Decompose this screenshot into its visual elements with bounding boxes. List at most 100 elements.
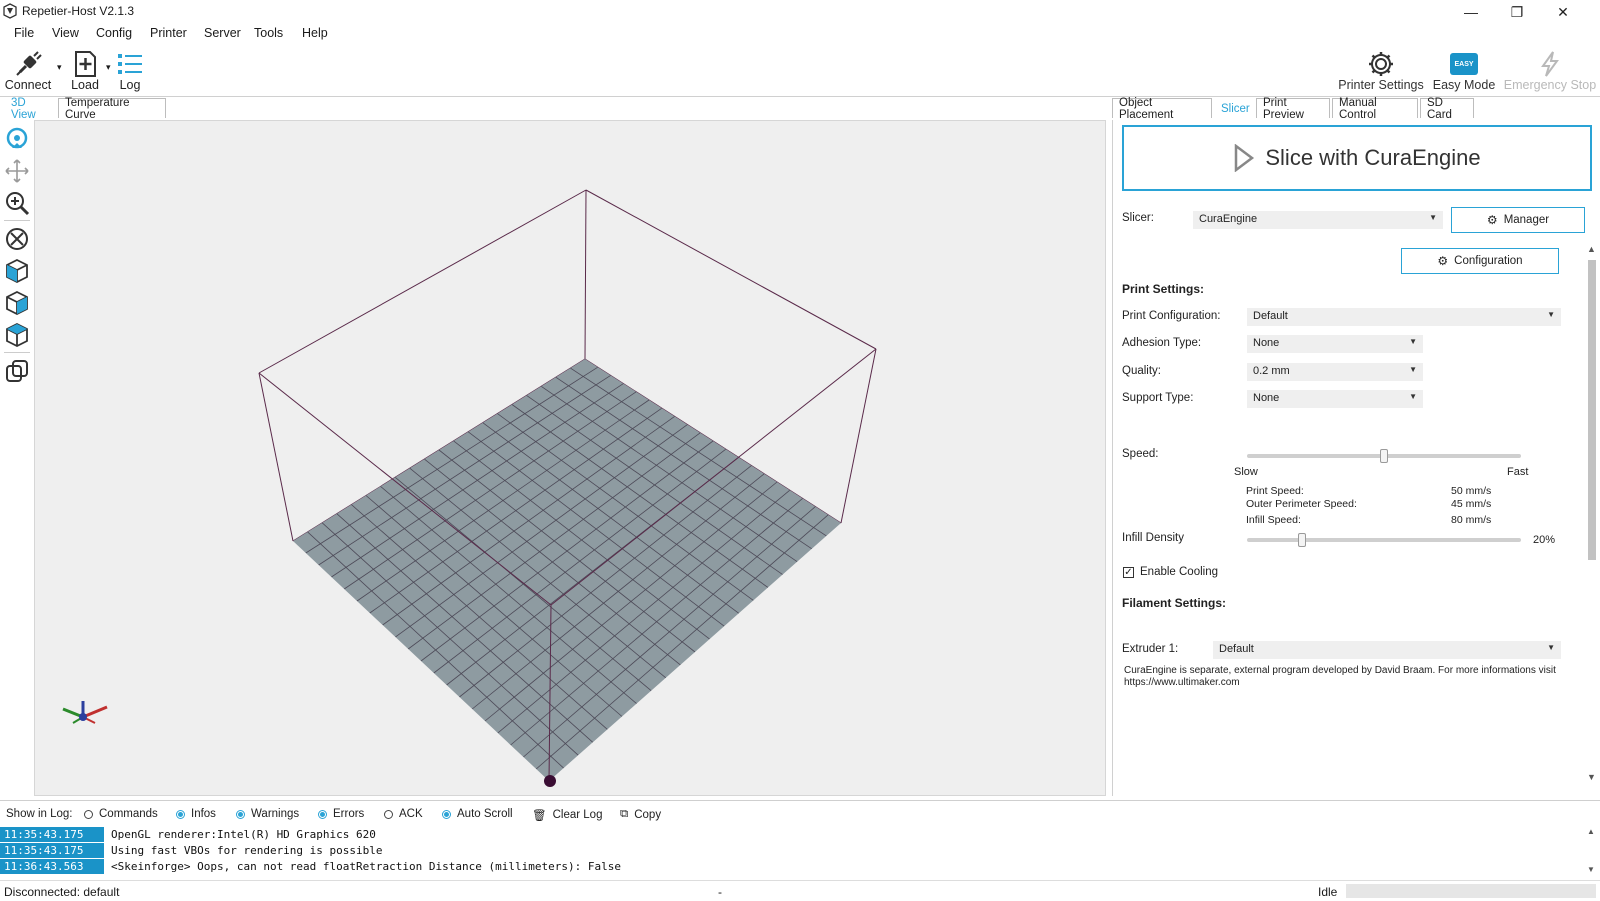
- log-option-commands[interactable]: Commands: [84, 808, 158, 820]
- quality-select[interactable]: 0.2 mm ▼: [1247, 363, 1423, 381]
- manager-button[interactable]: ⚙ Manager: [1451, 207, 1585, 233]
- view-side-icon[interactable]: [4, 290, 30, 316]
- scroll-up-icon[interactable]: ▲: [1587, 827, 1595, 836]
- scrollbar-thumb[interactable]: [1588, 260, 1596, 560]
- easy-icon: EASY: [1450, 53, 1478, 75]
- log-label: Log: [119, 78, 141, 92]
- 3d-viewport[interactable]: [34, 120, 1106, 796]
- log-option-label: Errors: [333, 808, 365, 820]
- fit-icon[interactable]: [4, 226, 30, 252]
- slicer-scrollbar[interactable]: ▲ ▼: [1584, 244, 1600, 792]
- tab-slicer[interactable]: Slicer: [1214, 98, 1254, 118]
- slicer-select[interactable]: CuraEngine ▼: [1193, 211, 1443, 229]
- speed-slider-thumb[interactable]: [1380, 449, 1388, 463]
- tab-3d-view[interactable]: 3D View: [4, 97, 56, 121]
- adhesion-label: Adhesion Type:: [1122, 337, 1202, 349]
- connect-dropdown-icon[interactable]: ▾: [57, 62, 62, 73]
- connect-icon: [16, 51, 42, 76]
- menu-config[interactable]: Config: [96, 26, 132, 40]
- log-option-errors[interactable]: Errors: [318, 808, 364, 820]
- tab-manual-control[interactable]: Manual Control: [1332, 97, 1418, 121]
- menu-help[interactable]: Help: [302, 26, 328, 40]
- maximize-button[interactable]: ❐: [1494, 0, 1540, 24]
- log-option-warnings[interactable]: Warnings: [236, 808, 299, 820]
- log-time: 11:35:43.175: [0, 827, 104, 842]
- gear-icon: ⚙: [1486, 213, 1498, 227]
- configuration-button[interactable]: ⚙ Configuration: [1401, 248, 1559, 274]
- support-select[interactable]: None ▼: [1247, 390, 1423, 408]
- slicer-select-value: CuraEngine: [1199, 213, 1258, 225]
- status-connection: Disconnected: default: [4, 885, 120, 899]
- parallel-icon[interactable]: [4, 358, 30, 384]
- view-front-icon[interactable]: [4, 258, 30, 284]
- log-option-auto-scroll[interactable]: Auto Scroll: [442, 808, 513, 820]
- log-list[interactable]: 11:35:43.175 OpenGL renderer:Intel(R) HD …: [0, 827, 1584, 875]
- infill-slider[interactable]: [1247, 538, 1521, 542]
- scroll-up-icon[interactable]: ▲: [1587, 244, 1596, 254]
- view-top-icon[interactable]: [4, 322, 30, 348]
- minimize-button[interactable]: —: [1448, 0, 1494, 24]
- menu-file[interactable]: File: [14, 26, 34, 40]
- outer-speed-value: 45 mm/s: [1451, 498, 1492, 510]
- tab-print-preview[interactable]: Print Preview: [1256, 97, 1330, 121]
- quality-label: Quality:: [1122, 365, 1161, 377]
- menu-view[interactable]: View: [52, 26, 79, 40]
- extruder-select[interactable]: Default ▼: [1213, 641, 1561, 659]
- infill-speed-value: 80 mm/s: [1451, 514, 1492, 526]
- chevron-down-icon: ▼: [1409, 392, 1417, 401]
- easy-badge: EASY: [1454, 60, 1474, 68]
- view-tools: [0, 120, 35, 796]
- chevron-down-icon: ▼: [1409, 337, 1417, 346]
- slicer-label: Slicer:: [1122, 212, 1154, 224]
- copy-log-button[interactable]: ⧉ Copy: [620, 808, 661, 821]
- move-icon[interactable]: [4, 158, 30, 184]
- zoom-icon[interactable]: [4, 190, 30, 216]
- log-option-label: Commands: [99, 808, 158, 820]
- print-settings-heading: Print Settings:: [1122, 282, 1205, 296]
- support-label: Support Type:: [1122, 392, 1194, 404]
- easy-mode-button[interactable]: EASY Easy Mode: [1432, 50, 1496, 92]
- log-message: <Skeinforge> Oops, can not read floatRet…: [111, 860, 621, 873]
- log-scrollbar[interactable]: ▲ ▼: [1584, 827, 1600, 877]
- tab-object-placement[interactable]: Object Placement: [1112, 97, 1212, 121]
- scroll-down-icon[interactable]: ▼: [1587, 865, 1595, 874]
- emergency-stop-button[interactable]: Emergency Stop: [1502, 50, 1598, 92]
- log-row: 11:36:43.563 <Skeinforge> Oops, can not r…: [0, 859, 1584, 874]
- clear-log-button[interactable]: 🗑 Clear Log: [532, 808, 602, 822]
- log-time: 11:36:43.563: [0, 859, 104, 874]
- tab-sd-card[interactable]: SD Card: [1420, 97, 1474, 121]
- connect-label: Connect: [4, 78, 52, 92]
- close-button[interactable]: ✕: [1540, 0, 1586, 24]
- print-config-select[interactable]: Default ▼: [1247, 308, 1561, 326]
- menu-printer[interactable]: Printer: [150, 26, 187, 40]
- log-toolbar: Show in Log: Commands Infos Warnings Err…: [0, 800, 1600, 827]
- load-icon: [75, 51, 96, 77]
- adhesion-select[interactable]: None ▼: [1247, 335, 1423, 353]
- slice-button[interactable]: Slice with CuraEngine: [1122, 125, 1592, 191]
- radio-icon: [236, 809, 245, 819]
- scroll-down-icon[interactable]: ▼: [1587, 772, 1596, 782]
- connect-button[interactable]: Connect: [5, 50, 51, 92]
- origin-marker: [544, 775, 556, 787]
- log-option-label: Auto Scroll: [457, 808, 513, 820]
- infill-label: Infill Density: [1122, 532, 1184, 544]
- printer-settings-button[interactable]: Printer Settings: [1336, 50, 1426, 92]
- show-in-log-label: Show in Log:: [6, 808, 73, 820]
- tab-temperature-curve[interactable]: Temperature Curve: [58, 97, 166, 121]
- log-icon: [118, 54, 142, 74]
- cooling-checkbox[interactable]: ✓ Enable Cooling: [1123, 566, 1218, 578]
- slicer-panel: Slice with CuraEngine Slicer: CuraEngine…: [1112, 120, 1600, 796]
- log-option-infos[interactable]: Infos: [176, 808, 216, 820]
- log-option-ack[interactable]: ACK: [384, 808, 423, 820]
- support-value: None: [1253, 392, 1280, 404]
- speed-slow-label: Slow: [1234, 466, 1258, 478]
- menu-tools[interactable]: Tools: [254, 26, 283, 40]
- menu-server[interactable]: Server: [204, 26, 241, 40]
- rotate-icon[interactable]: [4, 126, 30, 152]
- load-button[interactable]: Load: [67, 50, 103, 92]
- print-config-label: Print Configuration:: [1122, 310, 1221, 322]
- chevron-down-icon: ▼: [1429, 213, 1437, 222]
- load-dropdown-icon[interactable]: ▾: [106, 62, 111, 73]
- log-button[interactable]: Log: [114, 50, 146, 92]
- infill-slider-thumb[interactable]: [1297, 533, 1306, 547]
